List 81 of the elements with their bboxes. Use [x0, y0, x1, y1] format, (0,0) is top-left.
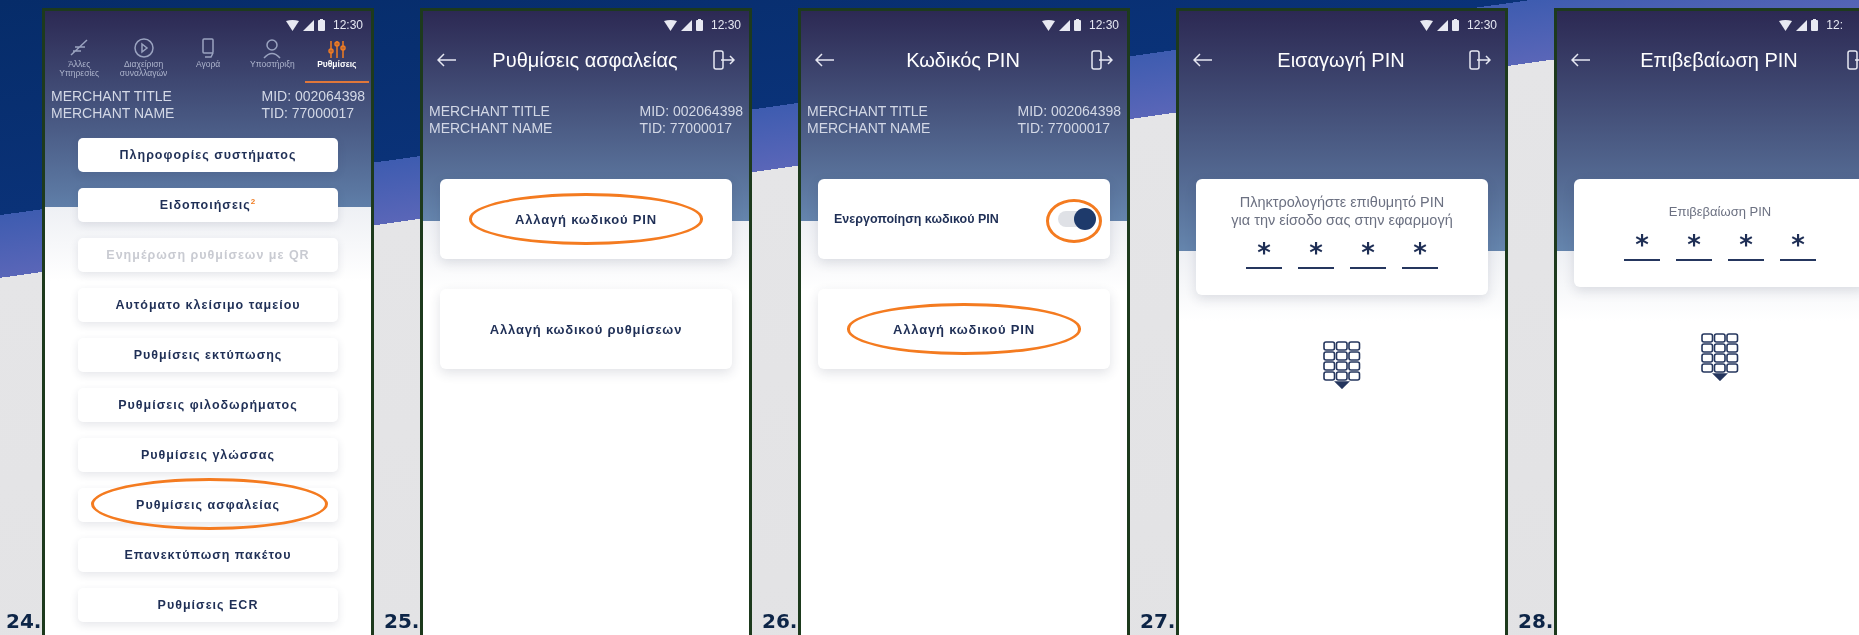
menu-button[interactable]: Ειδοποιήσεις$^{2}$: [78, 188, 338, 222]
status-time: 12:30: [1466, 18, 1497, 32]
merchant-id: MID: 002064398: [639, 103, 743, 120]
step-number: 28.: [1518, 609, 1554, 635]
tab[interactable]: Αγορά: [175, 37, 241, 83]
wifi-icon: [1779, 19, 1793, 31]
merchant-title: MERCHANT TITLE: [807, 103, 929, 120]
back-arrow-icon[interactable]: [437, 53, 457, 67]
merchant-id: MID: 002064398: [1017, 103, 1121, 120]
option-card-button[interactable]: Αλλαγή κωδικού PIN: [818, 289, 1110, 369]
screen-title: Εισαγωγή PIN: [1276, 48, 1406, 72]
menu-button[interactable]: Ρυθμίσεις ECR: [78, 588, 338, 622]
merchant-name: MERCHANT NAME: [51, 105, 175, 122]
menu-button[interactable]: Ρυθμίσεις φιλοδωρήματος: [78, 388, 338, 422]
wifi-icon: [285, 19, 299, 31]
battery-icon: [1811, 19, 1819, 31]
notification-count: 2: [250, 197, 257, 207]
merchant-title: MERCHANT TITLE: [51, 88, 173, 105]
back-arrow-icon[interactable]: [1193, 53, 1213, 67]
pin-digit[interactable]: *: [1624, 231, 1660, 261]
signal-icon: [680, 19, 692, 31]
menu-button[interactable]: Ρυθμίσεις εκτύπωσης: [78, 338, 338, 372]
pin-digit[interactable]: *: [1350, 239, 1386, 269]
screen-title: Επιβεβαίωση PIN: [1639, 48, 1799, 72]
signal-icon: [1436, 19, 1448, 31]
menu-button[interactable]: Ρυθμίσεις ασφαλείας: [78, 488, 338, 522]
toggle-switch[interactable]: [1058, 211, 1094, 227]
play-circle-icon: [131, 37, 156, 59]
back-arrow-icon[interactable]: [815, 53, 835, 67]
tab[interactable]: Υποστήριξη: [240, 37, 305, 83]
wifi-icon: [663, 19, 677, 31]
logout-icon[interactable]: [713, 50, 735, 70]
battery-icon: [1073, 19, 1081, 31]
wifi-icon: [1419, 19, 1433, 31]
menu-button[interactable]: Ρυθμίσεις γλώσσας: [78, 438, 338, 472]
battery-icon: [1451, 19, 1459, 31]
terminal-id: TID: 77000017: [261, 105, 356, 122]
merchant-title: MERCHANT TITLE: [429, 103, 551, 120]
status-time: 12:30: [332, 18, 363, 32]
step-number: 27.: [1140, 609, 1176, 635]
screen-title: Κωδικός PIN: [905, 48, 1021, 72]
keypad-icon[interactable]: [1323, 341, 1361, 389]
battery-icon: [695, 19, 703, 31]
pin-prompt: Πληκτρολογήστε επιθυμητό PIN για την είσοδο σας στην εφαρμογή: [1231, 193, 1453, 229]
status-time: 12:30: [1088, 18, 1119, 32]
pin-digit[interactable]: *: [1298, 239, 1334, 269]
back-arrow-icon[interactable]: [1571, 53, 1591, 67]
pin-prompt: Επιβεβαίωση PIN: [1668, 203, 1772, 221]
merchant-name: MERCHANT NAME: [807, 120, 931, 137]
step-number: 24.: [6, 609, 42, 635]
wifi-icon: [1041, 19, 1055, 31]
merchant-id: MID: 002064398: [261, 88, 365, 105]
tab[interactable]: Άλλες Υπηρεσίες: [47, 37, 112, 83]
status-time: 12:30: [710, 18, 741, 32]
menu-button[interactable]: Επανεκτύπωση πακέτου: [78, 538, 338, 572]
step-number: 25.: [384, 609, 420, 635]
menu-button[interactable]: Πληροφορίες συστήματος: [78, 138, 338, 172]
tab[interactable]: Ρυθμίσεις: [304, 37, 370, 83]
merchant-name: MERCHANT NAME: [429, 120, 553, 137]
option-card-button[interactable]: Αλλαγή κωδικού PIN: [440, 179, 732, 259]
terminal-id: TID: 77000017: [639, 120, 734, 137]
tab[interactable]: Διαχείριση συναλλαγών: [111, 37, 176, 83]
pin-digit[interactable]: *: [1676, 231, 1712, 261]
step-number: 26.: [762, 609, 798, 635]
logout-icon[interactable]: [1091, 50, 1113, 70]
pin-digit[interactable]: *: [1402, 239, 1438, 269]
keypad-icon[interactable]: [1701, 333, 1739, 381]
pin-digit[interactable]: *: [1780, 231, 1816, 261]
signal-icon: [1796, 19, 1808, 31]
toggle-label: Ενεργοποίηση κωδικού PIN: [834, 212, 999, 226]
signal-icon: [302, 19, 314, 31]
screen-title: Ρυθμίσεις ασφαλείας: [491, 48, 679, 72]
menu-button[interactable]: Αυτόματο κλείσιμο ταμείου: [78, 288, 338, 322]
battery-icon: [317, 19, 325, 31]
signal-icon: [1058, 19, 1070, 31]
option-card-button[interactable]: Αλλαγή κωδικού ρυθμίσεων: [440, 289, 732, 369]
pin-digit[interactable]: *: [1728, 231, 1764, 261]
status-time: 12:: [1826, 18, 1843, 32]
logout-icon[interactable]: [1469, 50, 1491, 70]
pin-digit[interactable]: *: [1246, 239, 1282, 269]
terminal-id: TID: 77000017: [1017, 120, 1112, 137]
